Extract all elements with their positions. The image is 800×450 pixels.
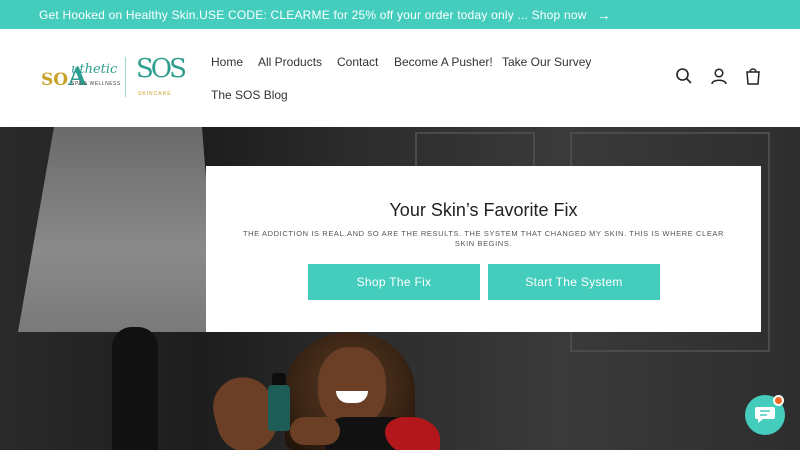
lamp-shade bbox=[18, 127, 218, 332]
nav-item-all-products[interactable]: All Products bbox=[258, 55, 322, 69]
sos-logo-mark: SOS bbox=[136, 54, 187, 84]
main-nav: Home All Products Contact Become A Pushe… bbox=[211, 29, 611, 127]
hero-heading: Your Skin’s Favorite Fix bbox=[389, 200, 578, 220]
nav-item-become-a-pusher[interactable]: Become A Pusher! bbox=[394, 55, 493, 69]
logo-tagline: SPA & WELLNESS bbox=[71, 81, 121, 87]
red-bow bbox=[385, 417, 440, 450]
announcement-text[interactable]: Get Hooked on Healthy Skin.USE CODE: CLE… bbox=[39, 8, 587, 22]
hero-subtext: THE ADDICTION IS REAL.AND SO ARE THE RES… bbox=[242, 229, 725, 248]
arrow-right-icon[interactable]: → bbox=[597, 7, 611, 23]
logo-divider bbox=[125, 57, 126, 97]
brand-logo[interactable]: SOA uthetic SPA & WELLNESS SOS SKINCARE bbox=[41, 54, 187, 104]
sos-logo-sub: SKINCARE bbox=[138, 91, 172, 97]
start-the-system-button[interactable]: Start The System bbox=[488, 264, 660, 300]
nav-item-take-our-survey[interactable]: Take Our Survey bbox=[502, 55, 591, 69]
announcement-bar[interactable]: Get Hooked on Healthy Skin.USE CODE: CLE… bbox=[0, 0, 800, 29]
search-icon[interactable] bbox=[675, 67, 693, 85]
nav-item-home[interactable]: Home bbox=[211, 55, 243, 69]
model-face bbox=[318, 347, 386, 427]
model-hand bbox=[290, 417, 340, 445]
logo-script: uthetic bbox=[71, 62, 118, 77]
nav-item-contact[interactable]: Contact bbox=[337, 55, 378, 69]
account-icon[interactable] bbox=[710, 67, 728, 85]
chat-bubble-icon bbox=[755, 407, 775, 423]
lamp-base bbox=[112, 327, 158, 450]
nav-item-sos-blog[interactable]: The SOS Blog bbox=[211, 88, 288, 102]
hero-card: Your Skin’s Favorite Fix THE ADDICTION I… bbox=[206, 166, 761, 332]
serum-bottle bbox=[268, 385, 290, 431]
site-header: SOA uthetic SPA & WELLNESS SOS SKINCARE … bbox=[0, 29, 800, 127]
shop-the-fix-button[interactable]: Shop The Fix bbox=[308, 264, 480, 300]
cart-icon[interactable] bbox=[744, 67, 762, 85]
chat-notification-badge bbox=[773, 395, 784, 406]
